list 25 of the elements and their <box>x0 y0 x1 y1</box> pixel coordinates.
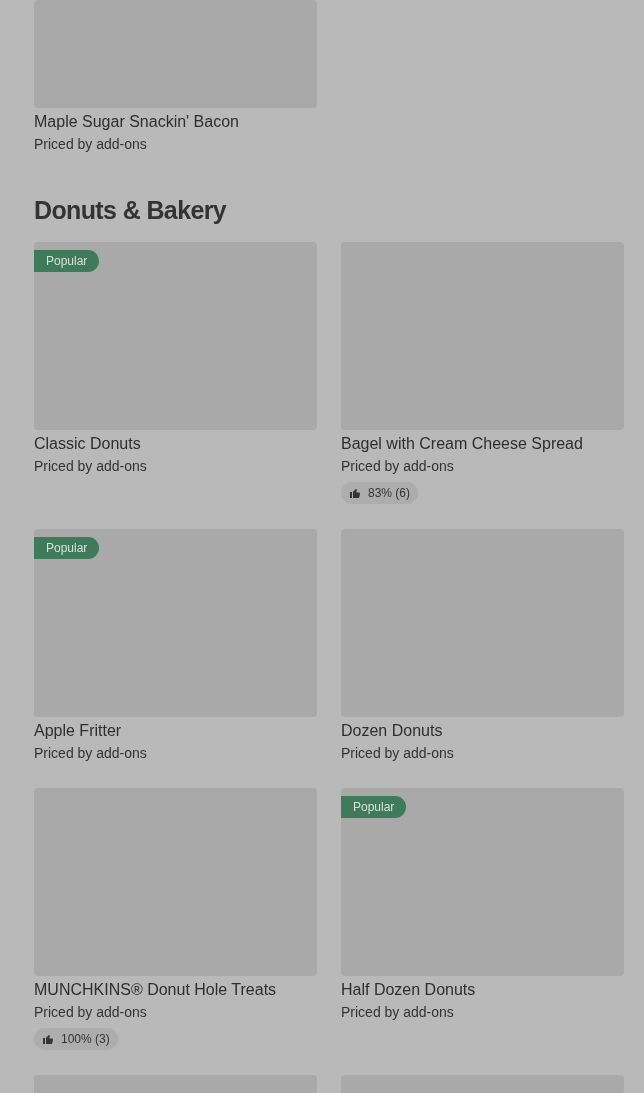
item-title[interactable]: Dozen Donuts <box>341 720 624 742</box>
popular-badge: Popular <box>34 250 100 272</box>
thumbs-up-icon <box>42 1033 54 1045</box>
item-title[interactable]: Half Dozen Donuts <box>341 979 624 1001</box>
item-price: Priced by add-ons <box>341 1003 455 1022</box>
item-title[interactable]: MUNCHKINS® Donut Hole Treats <box>34 979 317 1001</box>
item-price: Priced by add-ons <box>341 744 455 763</box>
thumbs-up-icon <box>349 487 361 499</box>
item-image[interactable]: Popular <box>341 788 624 976</box>
item-title[interactable]: Bagel with Cream Cheese Spread <box>341 433 624 455</box>
item-title[interactable]: Apple Fritter <box>34 720 317 742</box>
item-title[interactable]: Classic Donuts <box>34 433 317 455</box>
popular-badge: Popular <box>34 537 100 559</box>
section-heading: Donuts & Bakery <box>34 195 228 226</box>
item-price: Priced by add-ons <box>34 744 148 763</box>
item-image[interactable]: Popular <box>34 242 317 430</box>
item-price: Priced by add-ons <box>34 135 148 154</box>
item-title[interactable]: Maple Sugar Snackin' Bacon <box>34 111 317 133</box>
item-price: Priced by add-ons <box>34 457 148 476</box>
item-image[interactable]: Popular <box>34 529 317 717</box>
rating-text: 83% (6) <box>368 485 411 502</box>
item-price: Priced by add-ons <box>34 1003 148 1022</box>
rating-text: 100% (3) <box>61 1031 110 1048</box>
item-price: Priced by add-ons <box>341 457 455 476</box>
popular-badge: Popular <box>341 796 407 818</box>
